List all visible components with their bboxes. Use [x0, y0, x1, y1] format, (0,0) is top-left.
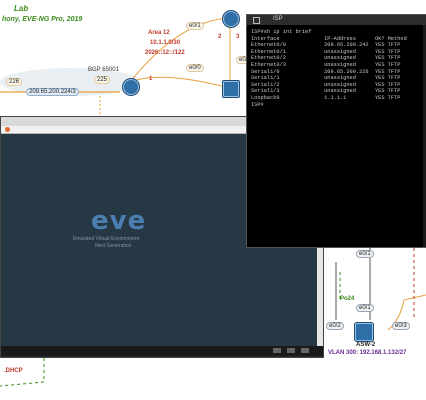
terminal-line: ISP#	[251, 101, 264, 108]
area-ipv6-subnet: 2026::12::/122	[145, 50, 185, 56]
terminal-line: Ethernet0/2 unassigned YES TFTP	[251, 55, 401, 62]
app-icon	[5, 127, 10, 132]
terminal-line: ISP#sh ip int brief	[251, 29, 312, 35]
terminal-line: Ethernet0/0 209.65.200.242 YES TFTP	[251, 42, 401, 49]
eve-tagline: Emulated Virtual Environment	[73, 236, 140, 242]
switch-label: ASW-2	[356, 342, 376, 348]
terminal-line: Serial1/1 unassigned YES TFTP	[251, 75, 401, 82]
fullscreen-icon[interactable]	[301, 348, 309, 353]
link-number: 1	[149, 76, 153, 82]
vlan-label: VLAN 300: 192.168.1.132/27	[328, 350, 407, 356]
isp-titlebar[interactable]: ISP	[247, 15, 426, 25]
eve-logo: eve	[91, 206, 147, 236]
isp-window-title: ISP	[273, 16, 283, 22]
lab-subtitle: hony, EVE-NG Pro, 2019	[2, 16, 83, 23]
area-subnet: 10.1.1.0/30	[150, 40, 181, 46]
terminal-line: Ethernet0/1 unassigned YES TFTP	[251, 48, 401, 55]
port-label: e0/3	[392, 322, 410, 330]
router-icon[interactable]	[122, 78, 140, 96]
terminal-line: Interface IP-Address OK? Method	[251, 35, 407, 42]
port-label: e0/1	[356, 304, 374, 312]
terminal-line: Serial1/0 209.65.200.226 YES TFTP	[251, 68, 401, 75]
bgp-label: BGP 65001	[88, 67, 119, 73]
terminal-line: Ethernet0/3 unassigned YES TFTP	[251, 61, 401, 68]
switch-icon[interactable]	[222, 80, 240, 98]
terminal-line: Serial1/3 unassigned YES TFTP	[251, 88, 401, 95]
link-number: 2	[218, 34, 222, 40]
port-channel-label: Po24	[340, 296, 355, 302]
link-subnet-label: 209.65.200.224/3	[26, 88, 79, 96]
area-label: Area 12	[148, 30, 170, 36]
popout-icon[interactable]	[253, 17, 260, 24]
router-icon[interactable]	[222, 10, 240, 28]
eve-tagline-2: Next Generation	[95, 243, 132, 249]
port-label: e0/1	[356, 250, 374, 258]
keyboard-icon[interactable]	[273, 348, 281, 353]
link-number: 3	[236, 34, 240, 40]
interface-label: 225	[94, 76, 111, 84]
port-label: e0/2	[326, 322, 344, 330]
console-statusbar	[1, 346, 323, 356]
isp-terminal-window[interactable]: ISP ISP#sh ip int brief Interface IP-Addr…	[246, 14, 426, 248]
clipboard-icon[interactable]	[287, 348, 295, 353]
terminal-line: Loopback0 1.1.1.1 YES TFTP	[251, 94, 401, 101]
switch-icon[interactable]	[354, 322, 374, 342]
interface-label: e0/1	[186, 22, 204, 30]
terminal-output[interactable]: ISP#sh ip int brief Interface IP-Address …	[251, 29, 426, 239]
lab-title: Lab	[14, 4, 29, 13]
terminal-line: Serial1/2 unassigned YES TFTP	[251, 81, 401, 88]
interface-label: e0/0	[186, 64, 204, 72]
dhcp-label: .DHCP	[4, 368, 23, 374]
link-r1-r3	[129, 76, 231, 89]
interface-label: 226	[6, 78, 23, 86]
